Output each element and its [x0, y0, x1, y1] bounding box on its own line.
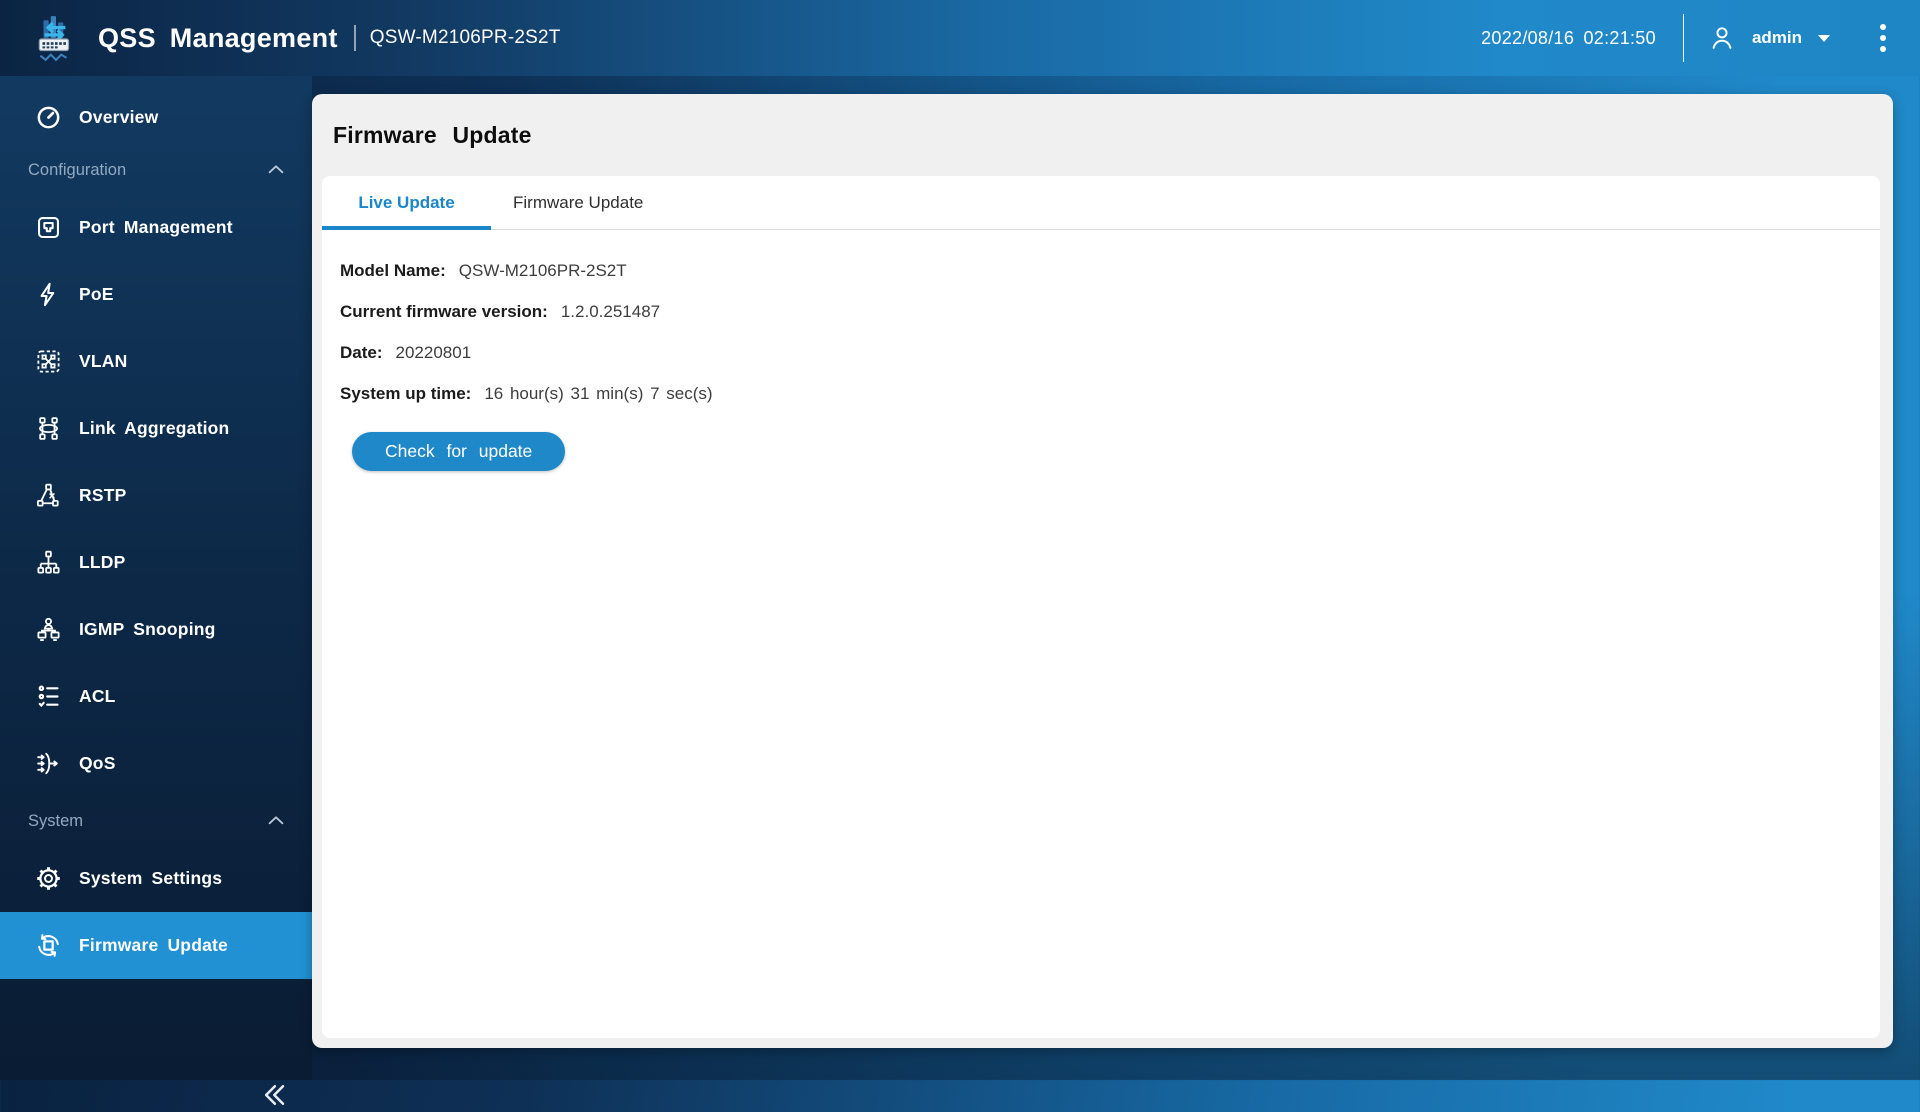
- page-title: Firmware Update: [333, 121, 532, 148]
- sidebar-item-acl[interactable]: ACL: [0, 663, 312, 730]
- sidebar-item-label: Firmware Update: [79, 935, 228, 955]
- section-label: System: [28, 811, 84, 830]
- field-value: 20220801: [395, 343, 472, 362]
- sidebar-item-rstp[interactable]: RSTP: [0, 462, 312, 529]
- field-label: Model Name:: [340, 261, 446, 280]
- tabs: Live Update Firmware Update: [322, 176, 1880, 230]
- field-row: System up time: 16 hour(s) 31 min(s) 7 se…: [340, 383, 1880, 404]
- sidebar-item-overview[interactable]: Overview: [0, 88, 312, 146]
- sidebar-item-label: ACL: [79, 686, 116, 706]
- port-management-icon: [34, 214, 62, 242]
- sidebar-item-label: Link Aggregation: [79, 418, 230, 438]
- qss-logo-icon: [30, 12, 82, 64]
- chevron-down-icon: [1818, 34, 1830, 42]
- overview-icon: [34, 103, 62, 131]
- tab-firmware-update[interactable]: Firmware Update: [491, 176, 665, 229]
- field-value: 16 hour(s) 31 min(s) 7 sec(s): [484, 384, 713, 403]
- field-list: Model Name: QSW-M2106PR-2S2T Current firmw…: [340, 260, 1880, 404]
- sidebar-item-label: PoE: [79, 284, 114, 304]
- field-label: System up time:: [340, 384, 472, 403]
- qos-icon: [34, 750, 62, 778]
- sidebar-item-label: QoS: [79, 753, 116, 773]
- acl-icon: [34, 683, 62, 711]
- sidebar-item-port-management[interactable]: Port Management: [0, 194, 312, 261]
- datetime: 2022/08/16 02:21:50: [1481, 27, 1656, 48]
- field-label: Current firmware version:: [340, 302, 548, 321]
- sidebar-item-link-aggregation[interactable]: Link Aggregation: [0, 395, 312, 462]
- content-panel: Live Update Firmware Update Model Name: QS…: [322, 176, 1880, 1038]
- field-row: Date: 20220801: [340, 342, 1880, 363]
- sidebar-item-label: System Settings: [79, 868, 223, 888]
- sidebar-item-igmp-snooping[interactable]: IGMP Snooping: [0, 596, 312, 663]
- field-value: 1.2.0.251487: [560, 302, 661, 321]
- kebab-menu-icon[interactable]: [1876, 20, 1890, 56]
- title-separator: [353, 25, 356, 51]
- sidebar-section-configuration[interactable]: Configuration: [0, 146, 312, 194]
- system-settings-icon: [34, 865, 62, 893]
- firmware-update-icon: [34, 932, 62, 960]
- sidebar-nav: Overview Configuration Port Management PoE V…: [0, 76, 312, 979]
- tab-live-update[interactable]: Live Update: [322, 176, 491, 230]
- chevron-up-icon: [262, 159, 290, 181]
- field-row: Current firmware version: 1.2.0.251487: [340, 301, 1880, 322]
- field-row: Model Name: QSW-M2106PR-2S2T: [340, 260, 1880, 281]
- sidebar-item-label: VLAN: [79, 351, 128, 371]
- check-for-update-button[interactable]: Check for update: [352, 432, 566, 471]
- sidebar-item-lldp[interactable]: LLDP: [0, 529, 312, 596]
- poe-icon: [34, 281, 62, 309]
- rstp-icon: [34, 482, 62, 510]
- chevron-up-icon: [262, 810, 290, 832]
- lldp-icon: [34, 549, 62, 577]
- sidebar-item-system-settings[interactable]: System Settings: [0, 845, 312, 912]
- section-label: Configuration: [28, 160, 127, 179]
- sidebar-item-qos[interactable]: QoS: [0, 730, 312, 797]
- collapse-sidebar-icon[interactable]: [256, 1078, 290, 1112]
- field-value: QSW-M2106PR-2S2T: [458, 261, 627, 280]
- topbar-divider: [1682, 14, 1684, 62]
- sidebar-item-label: LLDP: [79, 552, 126, 572]
- link-aggregation-icon: [34, 415, 62, 443]
- igmp-snooping-icon: [34, 616, 62, 644]
- sidebar-item-label: IGMP Snooping: [79, 619, 216, 639]
- sidebar: Overview Configuration Port Management PoE V…: [0, 76, 312, 1105]
- user-menu[interactable]: admin: [1708, 24, 1830, 52]
- sidebar-item-vlan[interactable]: VLAN: [0, 328, 312, 395]
- sidebar-section-system[interactable]: System: [0, 797, 312, 845]
- top-bar: QSS Management QSW-M2106PR-2S2T 2022/08/…: [0, 0, 1920, 76]
- app-title: QSS Management: [98, 22, 338, 53]
- field-label: Date:: [340, 343, 383, 362]
- sidebar-item-poe[interactable]: PoE: [0, 261, 312, 328]
- username: admin: [1751, 28, 1802, 47]
- device-model: QSW-M2106PR-2S2T: [369, 27, 561, 48]
- sidebar-item-label: Overview: [79, 106, 159, 127]
- main-card: Firmware Update Live Update Firmware Upda…: [312, 94, 1893, 1048]
- vlan-icon: [34, 348, 62, 376]
- sidebar-item-label: RSTP: [79, 485, 127, 505]
- sidebar-item-firmware-update[interactable]: Firmware Update: [0, 912, 312, 979]
- user-icon: [1708, 24, 1736, 52]
- tab-content: Model Name: QSW-M2106PR-2S2T Current firmw…: [322, 230, 1880, 471]
- sidebar-item-label: Port Management: [79, 217, 233, 237]
